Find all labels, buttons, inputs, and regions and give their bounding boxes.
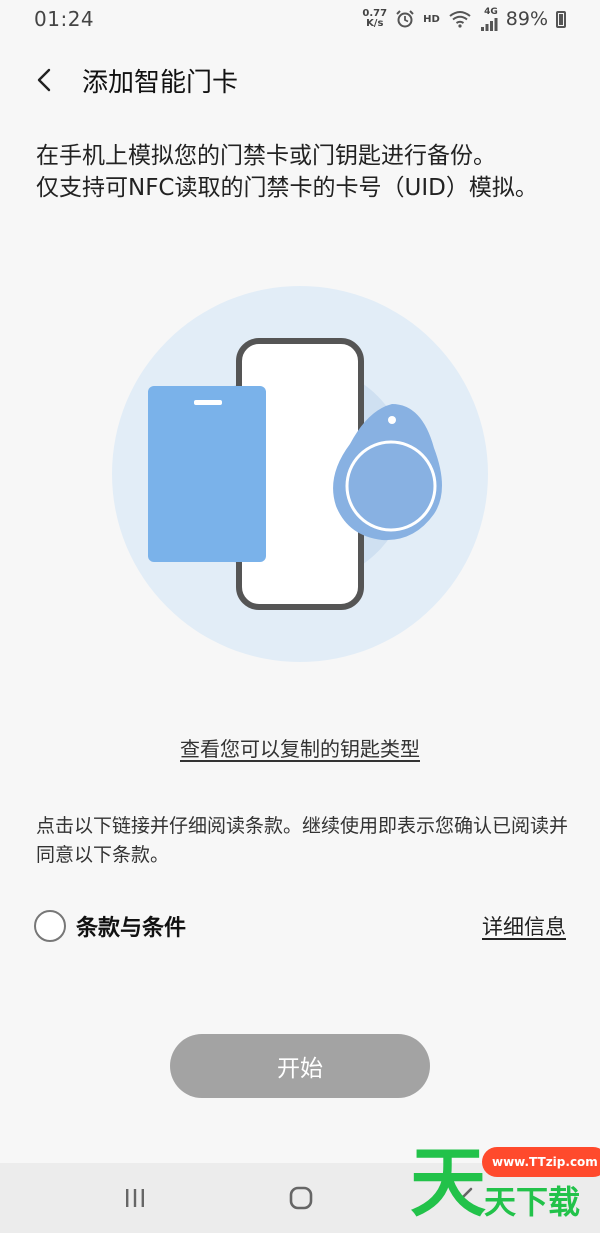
details-link[interactable]: 详细信息 [482,911,566,941]
access-card-shape [148,386,266,562]
key-types-link[interactable]: 查看您可以复制的钥匙类型 [0,733,600,762]
signal-icon [480,17,498,31]
terms-row: 条款与条件 详细信息 [34,904,566,948]
network-type: 4G [484,6,498,17]
start-button[interactable]: 开始 [170,1034,430,1098]
network-speed: 0.77 K/s [362,9,387,29]
keyfob-hole [388,416,396,424]
back-button[interactable] [20,55,70,105]
intro-line-2: 仅支持可NFC读取的门禁卡的卡号（UID）模拟。 [36,175,538,201]
cellular-signal: 4G [480,6,498,31]
battery-percent: 89% [505,8,548,30]
alarm-icon [396,10,414,28]
intro-text: 在手机上模拟您的门禁卡或门钥匙进行备份。 仅支持可NFC读取的门禁卡的卡号（UI… [36,140,564,204]
home-button[interactable] [284,1181,318,1215]
status-time: 01:24 [34,7,95,31]
watermark-big-char: 天 [410,1138,486,1227]
battery-icon [556,10,566,28]
watermark-text: 天下载 [484,1183,581,1221]
phone-card-keyfob-illustration [112,286,488,662]
page-title: 添加智能门卡 [82,67,239,98]
wifi-icon [449,11,471,28]
recent-apps-icon [126,1189,144,1207]
terms-checkbox[interactable] [34,910,66,942]
hd-indicator: HD [423,13,440,25]
terms-description: 点击以下链接并仔细阅读条款。继续使用即表示您确认已阅读并同意以下条款。 [36,815,569,866]
access-card-slot [194,400,222,405]
back-arrow-icon [37,68,51,92]
speed-unit: K/s [366,18,384,29]
status-bar: 01:24 0.77 K/s HD 4G 89% [0,0,600,38]
app-bar: 添加智能门卡 [0,50,600,110]
home-icon [289,1186,313,1210]
status-icons: 0.77 K/s HD 4G 89% [362,6,566,31]
intro-line-1: 在手机上模拟您的门禁卡或门钥匙进行备份。 [36,143,496,169]
recent-apps-button[interactable] [118,1181,152,1215]
terms-label[interactable]: 条款与条件 [76,910,186,942]
watermark-logo: 天 天下载 www.TTzip.com [408,1142,600,1233]
watermark-url: www.TTzip.com [482,1147,600,1177]
